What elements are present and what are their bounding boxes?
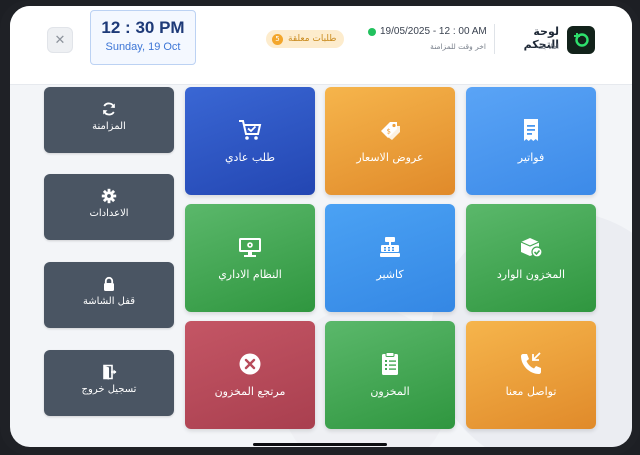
return-stock-icon <box>239 353 261 375</box>
sidebar-item-label: الاعدادات <box>89 208 129 219</box>
sync-status-dot <box>368 27 376 36</box>
sidebar-item-logout[interactable]: تسجيل خروج <box>44 350 174 416</box>
sync-icon <box>103 102 115 116</box>
header-divider <box>494 24 495 54</box>
cash-register-icon <box>380 237 400 257</box>
logo-icon <box>574 33 589 47</box>
screen: ✕ 12 : 30 PM Sunday, 19 Oct طلبات معلقة … <box>10 6 632 447</box>
tile-label: عروض الاسعار <box>356 151 424 164</box>
logout-icon <box>103 364 117 380</box>
tile-label: طلب عادي <box>224 151 276 164</box>
tile-admin-system[interactable]: النظام الاداري <box>185 204 315 312</box>
incoming-stock-icon <box>520 238 543 258</box>
tile-contact-us[interactable]: تواصل معنا <box>466 321 596 429</box>
tile-regular-order[interactable]: طلب عادي <box>185 87 315 195</box>
home-indicator <box>253 443 387 446</box>
pending-orders-count: 5 <box>272 33 283 45</box>
contact-phone-icon <box>521 352 541 374</box>
last-sync-time: 19/05/2025 - 12 : 00 AM <box>380 26 487 37</box>
lock-icon <box>104 276 114 291</box>
top-header: ✕ 12 : 30 PM Sunday, 19 Oct طلبات معلقة … <box>10 6 632 84</box>
admin-monitor-icon <box>239 238 261 257</box>
tile-label: مرتجع المخزون <box>214 385 286 398</box>
sidebar-item-settings[interactable]: الاعدادات <box>44 174 174 240</box>
clock-date: Sunday, 19 Oct <box>105 41 181 53</box>
tile-inventory[interactable]: المخزون <box>325 321 455 429</box>
tile-label: المخزون <box>370 385 410 398</box>
tile-cashier[interactable]: كاشير <box>325 204 455 312</box>
clock-widget: 12 : 30 PM Sunday, 19 Oct <box>90 10 196 65</box>
tile-label: فواتير <box>517 151 545 164</box>
sidebar-item-label: قفل الشاشة <box>82 296 136 307</box>
tile-label: كاشير <box>376 268 404 281</box>
tile-label: تواصل معنا <box>505 385 557 398</box>
close-button[interactable]: ✕ <box>47 27 73 53</box>
sidebar-item-label: تسجيل خروج <box>81 384 137 395</box>
close-icon: ✕ <box>54 32 66 48</box>
tile-incoming-stock[interactable]: المخزون الوارد <box>466 204 596 312</box>
tile-stock-return[interactable]: مرتجع المخزون <box>185 321 315 429</box>
last-sync: 19/05/2025 - 12 : 00 AM <box>368 26 487 37</box>
inventory-list-icon <box>382 352 398 375</box>
tile-label: النظام الاداري <box>218 268 282 281</box>
tablet-frame: ✕ 12 : 30 PM Sunday, 19 Oct طلبات معلقة … <box>0 0 640 455</box>
gear-icon <box>101 188 117 204</box>
receipt-icon <box>524 119 538 141</box>
price-tags-icon: $ <box>381 122 400 140</box>
welcome-text: اهلا بك <box>537 42 559 51</box>
clock-time: 12 : 30 PM <box>101 18 185 37</box>
sidebar-item-sync[interactable]: المزامنة <box>44 87 174 153</box>
svg-text:$: $ <box>387 128 391 136</box>
pending-orders-badge[interactable]: طلبات معلقة 5 <box>266 30 345 48</box>
tile-price-quotes[interactable]: $ عروض الاسعار <box>325 87 455 195</box>
app-logo <box>567 26 595 54</box>
tile-label: المخزون الوارد <box>496 268 566 281</box>
last-sync-caption: اخر وقت للمزامنة <box>430 42 486 51</box>
cart-icon <box>239 120 262 140</box>
tile-invoices[interactable]: فواتير <box>466 87 596 195</box>
sidebar-item-label: المزامنة <box>92 121 126 132</box>
pending-orders-label: طلبات معلقة <box>288 34 337 44</box>
sidebar-item-lock-screen[interactable]: قفل الشاشة <box>44 262 174 328</box>
